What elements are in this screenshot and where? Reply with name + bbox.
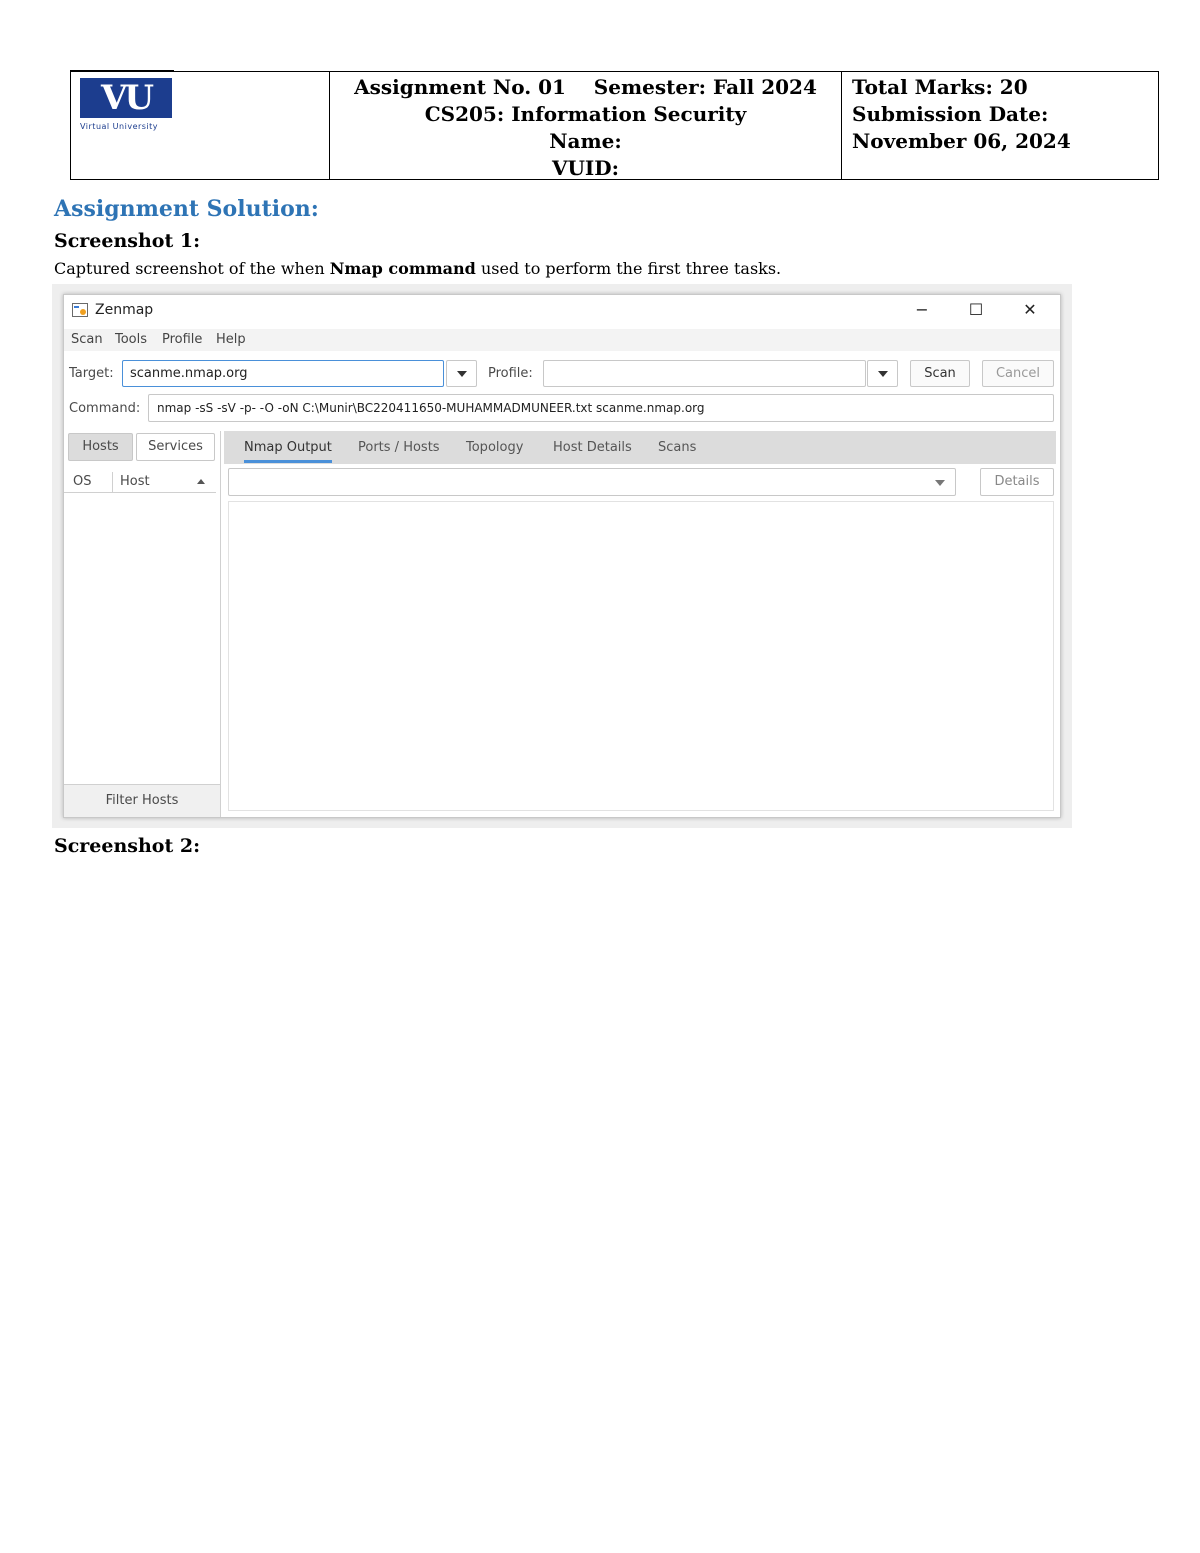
submission-date: November 06, 2024 [852,129,1071,153]
zenmap-app-icon [72,303,88,317]
profile-input[interactable] [543,360,866,387]
submission-label: Submission Date: [852,102,1049,126]
vuid-label: VUID: [551,156,620,180]
vu-logo: VU Virtual University [80,78,174,134]
profile-dropdown[interactable] [867,360,898,387]
output-panel: Nmap Output Ports / Hosts Topology Host … [224,431,1056,813]
chevron-down-icon [878,371,888,377]
screenshot-2-label: Screenshot 2: [54,835,201,857]
filter-hosts-button[interactable]: Filter Hosts [64,784,220,817]
target-dropdown[interactable] [446,360,477,387]
name-label: Name: [549,129,622,153]
menu-help[interactable]: Help [216,332,246,347]
command-input[interactable]: nmap -sS -sV -p- -O -oN C:\Munir\BC22041… [148,394,1054,422]
target-label: Target: [69,366,114,381]
output-host-dropdown[interactable] [228,468,956,496]
logo-cell: VU Virtual University [71,72,330,179]
cancel-button[interactable]: Cancel [982,360,1054,387]
screenshot-1-label: Screenshot 1: [54,230,201,252]
course-title: CS205: Information Security [424,102,747,126]
zenmap-screenshot: Zenmap − ☐ ✕ Scan Tools Profile Help Tar… [52,284,1072,828]
sort-ascending-icon [197,479,205,484]
menu-bar: Scan Tools Profile Help [64,329,1060,351]
screenshot-caption: Captured screenshot of the when Nmap com… [54,259,782,278]
menu-tools[interactable]: Tools [115,332,147,347]
maximize-button[interactable]: ☐ [956,298,996,322]
zenmap-window: Zenmap − ☐ ✕ Scan Tools Profile Help Tar… [63,294,1061,818]
tab-hosts[interactable]: Hosts [68,433,133,461]
close-button[interactable]: ✕ [1010,298,1050,322]
minimize-button[interactable]: − [902,298,942,322]
tab-services[interactable]: Services [136,433,215,461]
logo-subtitle: Virtual University [80,122,159,131]
menu-profile[interactable]: Profile [162,332,202,347]
total-marks: Total Marks: 20 [852,75,1028,99]
tab-nmap-output[interactable]: Nmap Output [244,440,332,463]
title-bar: Zenmap − ☐ ✕ [64,295,1060,325]
menu-scan[interactable]: Scan [71,332,103,347]
column-host[interactable]: Host [120,474,150,489]
tab-ports-hosts[interactable]: Ports / Hosts [358,440,440,455]
chevron-down-icon [457,371,467,377]
chevron-down-icon [935,480,945,486]
tab-host-details[interactable]: Host Details [553,440,632,455]
nmap-output-area[interactable] [228,501,1054,811]
scan-button[interactable]: Scan [910,360,970,387]
column-os[interactable]: OS [73,474,91,489]
host-list-header: OS Host [64,472,216,493]
marks-cell: Total Marks: 20 Submission Date: Novembe… [842,72,1158,179]
hosts-panel: Hosts Services OS Host Filter Hosts [64,431,221,817]
output-tabs: Nmap Output Ports / Hosts Topology Host … [224,431,1056,464]
solution-heading: Assignment Solution: [54,196,319,222]
tab-scans[interactable]: Scans [658,440,696,455]
command-label: Command: [69,401,141,416]
target-input[interactable]: scanme.nmap.org [122,360,444,387]
window-title: Zenmap [95,302,154,318]
details-button[interactable]: Details [980,468,1054,496]
assignment-info-cell: Assignment No. 01 Semester: Fall 2024 CS… [330,72,842,180]
tab-topology[interactable]: Topology [466,440,523,455]
assignment-line: Assignment No. 01 Semester: Fall 2024 [354,75,817,99]
profile-label: Profile: [488,366,533,381]
assignment-header-table: VU Virtual University Assignment No. 01 … [70,71,1159,180]
logo-text: VU [100,78,154,118]
